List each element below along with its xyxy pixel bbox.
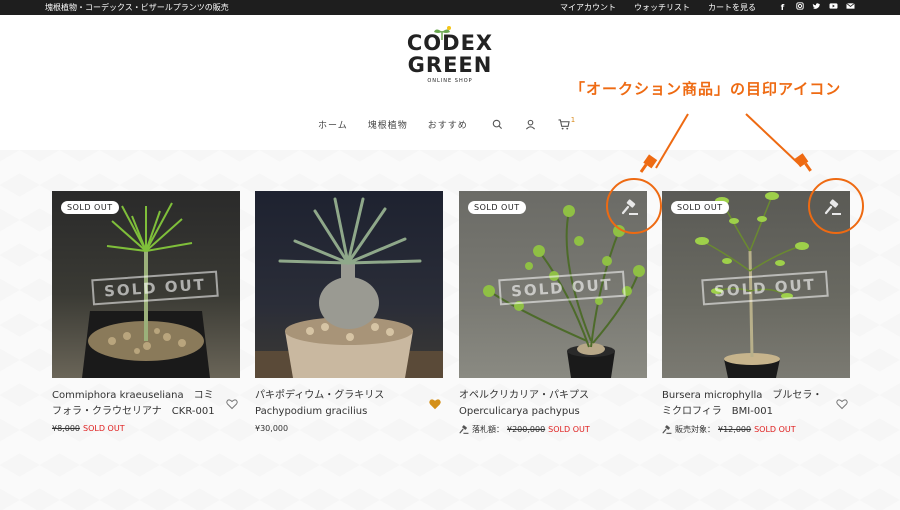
heart-icon[interactable] bbox=[226, 398, 238, 410]
sold-out-label: SOLD OUT bbox=[83, 424, 125, 433]
plant-illustration bbox=[255, 197, 443, 378]
top-bar: 塊根植物・コーデックス・ビザールプランツの販売 マイアカウント ウォッチリスト … bbox=[0, 0, 900, 15]
product-title-text[interactable]: Bursera microphylla ブルセラ・ミクロフィラ BMI-001 bbox=[662, 390, 822, 417]
account-icon[interactable] bbox=[525, 119, 536, 130]
view-cart-link[interactable]: カートを見る bbox=[708, 0, 756, 15]
sold-out-label: SOLD OUT bbox=[548, 425, 590, 434]
social-links: f bbox=[778, 0, 855, 15]
twitter-icon[interactable] bbox=[812, 0, 821, 15]
price-row: ¥30,000 bbox=[255, 424, 443, 433]
price-label: 落札額： bbox=[472, 425, 504, 434]
product-image[interactable] bbox=[255, 191, 443, 378]
auction-annotation-text: 「オークション商品」の目印アイコン bbox=[570, 80, 842, 98]
price-row: ¥8,000 SOLD OUT bbox=[52, 424, 240, 433]
product-title-text[interactable]: Commiphora kraeuseliana コミフォラ・クラウセリアナ CK… bbox=[52, 390, 215, 417]
annotation-circle bbox=[606, 178, 662, 234]
sold-out-badge: SOLD OUT bbox=[671, 201, 729, 214]
main-nav: ホーム 塊根植物 おすすめ 1 bbox=[318, 116, 576, 131]
sold-out-label: SOLD OUT bbox=[754, 425, 796, 434]
price: ¥12,000 bbox=[718, 425, 752, 434]
sprout-icon bbox=[434, 26, 451, 40]
facebook-icon[interactable]: f bbox=[778, 0, 787, 15]
product-card[interactable]: SOLD OUT SOLD OUT Commiphora kraeuselian… bbox=[52, 191, 240, 433]
product-title-jp[interactable]: オペルクリカリア・パキプス bbox=[459, 388, 625, 404]
nav-home[interactable]: ホーム bbox=[318, 118, 348, 131]
auction-gavel-small-icon bbox=[662, 424, 672, 434]
my-account-link[interactable]: マイアカウント bbox=[560, 0, 616, 15]
sold-out-badge: SOLD OUT bbox=[61, 201, 119, 214]
price: ¥30,000 bbox=[255, 424, 289, 433]
annotation-circle bbox=[808, 178, 864, 234]
auction-gavel-small-icon bbox=[459, 424, 469, 434]
instagram-icon[interactable] bbox=[795, 0, 804, 15]
price: ¥8,000 bbox=[52, 424, 80, 433]
product-title[interactable]: オペルクリカリア・パキプス Operculicarya pachypus bbox=[459, 388, 647, 420]
product-title[interactable]: Bursera microphylla ブルセラ・ミクロフィラ BMI-001 bbox=[662, 388, 850, 420]
sold-out-badge: SOLD OUT bbox=[468, 201, 526, 214]
top-links: マイアカウント ウォッチリスト カートを見る bbox=[560, 0, 756, 15]
watchlist-link[interactable]: ウォッチリスト bbox=[634, 0, 690, 15]
site-tagline: 塊根植物・コーデックス・ビザールプランツの販売 bbox=[45, 3, 229, 12]
search-icon[interactable] bbox=[492, 119, 503, 130]
product-image[interactable]: SOLD OUT SOLD OUT bbox=[52, 191, 240, 378]
product-title-jp[interactable]: パキポディウム・グラキリス bbox=[255, 388, 421, 404]
product-title[interactable]: パキポディウム・グラキリス Pachypodium gracilius bbox=[255, 388, 443, 420]
price-row: 販売対象： ¥12,000 SOLD OUT bbox=[662, 424, 850, 435]
logo-subtitle: ONLINE SHOP bbox=[427, 78, 473, 84]
mail-icon[interactable] bbox=[846, 0, 855, 15]
heart-icon[interactable] bbox=[836, 398, 848, 410]
youtube-icon[interactable] bbox=[829, 0, 838, 15]
price-row: 落札額： ¥200,000 SOLD OUT bbox=[459, 424, 647, 435]
nav-caudex-plants[interactable]: 塊根植物 bbox=[368, 118, 408, 131]
product-title[interactable]: Commiphora kraeuseliana コミフォラ・クラウセリアナ CK… bbox=[52, 388, 240, 420]
product-title-latin[interactable]: Operculicarya pachypus bbox=[459, 404, 625, 420]
price-label: 販売対象： bbox=[675, 425, 715, 434]
product-title-latin[interactable]: Pachypodium gracilius bbox=[255, 404, 421, 420]
nav-recommended[interactable]: おすすめ bbox=[428, 118, 468, 131]
cart-count-badge: 1 bbox=[570, 116, 576, 124]
site-logo[interactable]: CODEX GREEN ONLINE SHOP bbox=[400, 26, 500, 98]
price: ¥200,000 bbox=[507, 425, 546, 434]
product-card[interactable]: パキポディウム・グラキリス Pachypodium gracilius ¥30,… bbox=[255, 191, 443, 433]
logo-word-2: GREEN bbox=[407, 53, 493, 77]
heart-filled-icon[interactable] bbox=[429, 398, 441, 410]
cart-icon[interactable]: 1 bbox=[558, 116, 576, 130]
